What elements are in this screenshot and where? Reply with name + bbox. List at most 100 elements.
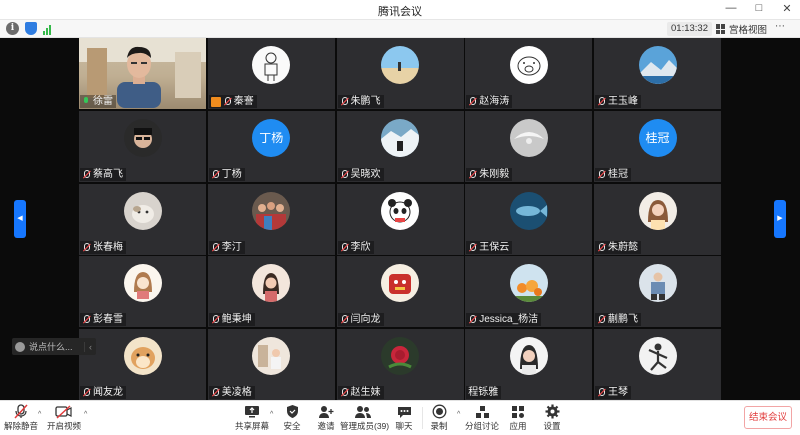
window-title: 腾讯会议 <box>378 6 422 18</box>
record-label: 录制 <box>430 421 448 431</box>
participant-avatar <box>123 191 162 230</box>
emoji-icon[interactable] <box>15 341 25 352</box>
participant-tile[interactable]: Jessica_杨洁 <box>465 256 593 328</box>
participant-tile[interactable]: 李欣 <box>336 183 464 255</box>
participant-tile[interactable]: 朱鹏飞 <box>336 38 464 109</box>
mic-on-icon <box>82 97 91 106</box>
maximize-icon[interactable]: □ <box>752 2 766 15</box>
participant-name: 李汀 <box>221 241 242 253</box>
participant-nameplate: 鲍秉坤 <box>208 313 255 327</box>
chat-button[interactable]: 聊天 <box>384 404 424 432</box>
breakout-button[interactable]: 分组讨论 <box>462 404 502 432</box>
participant-tile[interactable]: 赵生妹 <box>336 329 464 400</box>
participant-tile[interactable]: 李汀 <box>207 183 335 255</box>
participant-nameplate: 闫向龙 <box>337 313 384 327</box>
participant-tile[interactable]: 闻友龙 <box>79 329 206 400</box>
end-meeting-button[interactable]: 结束会议 <box>744 406 792 429</box>
participant-name: 秦謇 <box>233 96 254 107</box>
unmute-button[interactable]: 解除静音 <box>1 404 41 432</box>
participant-name: 吴晓欢 <box>350 168 381 180</box>
mic-off-icon <box>211 315 220 324</box>
next-page-arrow[interactable]: ▶ <box>774 200 786 238</box>
chat-placeholder: 说点什么... <box>29 342 73 352</box>
audio-options-caret[interactable]: ^ <box>38 411 41 418</box>
participant-tile[interactable]: 蔡高飞 <box>79 110 206 182</box>
video-options-caret[interactable]: ^ <box>84 411 87 418</box>
participant-avatar <box>509 337 548 375</box>
participant-name: 张春梅 <box>93 241 123 253</box>
participant-name: 王玉峰 <box>608 96 638 107</box>
participant-tile[interactable]: 美凌格 <box>207 329 335 400</box>
participant-avatar <box>381 337 419 375</box>
participant-tile[interactable]: 王玉峰 <box>594 38 721 109</box>
participant-nameplate: 李欣 <box>337 240 374 254</box>
settings-button[interactable]: 设置 <box>532 404 572 432</box>
participant-name: 丁杨 <box>221 168 242 180</box>
participant-avatar <box>509 191 548 230</box>
participant-tile[interactable]: 朱蔚懿 <box>594 183 721 255</box>
chat-input[interactable]: 说点什么... ‹ <box>12 338 96 355</box>
participant-name: 朱蔚懿 <box>608 241 638 253</box>
prev-page-arrow[interactable]: ◀ <box>14 200 26 238</box>
share-screen-button[interactable]: 共享屏幕 <box>232 404 272 432</box>
participant-avatar: 桂冠 <box>638 118 677 157</box>
participant-tile[interactable]: 桂冠 桂冠 <box>594 110 721 182</box>
mic-off-icon <box>82 388 91 397</box>
participant-tile[interactable]: 彭春雪 <box>79 256 206 328</box>
participant-tile[interactable]: 蒯鹏飞 <box>594 256 721 328</box>
participant-tile[interactable]: 王保云 <box>465 183 593 255</box>
manage-members-button[interactable]: 管理成员(39) <box>340 404 389 432</box>
window-controls: — □ ✕ <box>724 2 794 15</box>
chevron-left-icon[interactable]: ‹ <box>84 341 96 352</box>
participant-tile[interactable]: 赵海涛 <box>465 38 593 109</box>
participant-name: 蔡高飞 <box>93 168 123 180</box>
participant-tile[interactable]: 张春梅 <box>79 183 206 255</box>
participant-tile[interactable]: 闫向龙 <box>336 256 464 328</box>
participant-tile[interactable]: 秦謇 <box>207 38 335 109</box>
participant-tile[interactable]: 朱刚毅 <box>465 110 593 182</box>
record-button[interactable]: 录制 <box>419 404 459 432</box>
start-video-button[interactable]: 开启视频 <box>44 404 84 432</box>
participant-nameplate: 李汀 <box>208 240 245 254</box>
participant-avatar <box>123 118 162 157</box>
participant-nameplate: 赵海涛 <box>466 95 513 108</box>
signal-icon[interactable] <box>43 23 51 35</box>
participant-nameplate: 王玉峰 <box>595 95 641 108</box>
participant-tile[interactable]: 鲍秉坤 <box>207 256 335 328</box>
view-switch-button[interactable]: 宫格视图 <box>716 22 767 36</box>
participant-avatar <box>509 264 548 303</box>
shield-icon[interactable] <box>25 22 37 35</box>
participant-avatar: 丁杨 <box>252 118 291 157</box>
participant-avatar <box>123 337 162 375</box>
info-icon[interactable]: i <box>6 22 19 35</box>
chat-label: 聊天 <box>395 421 413 431</box>
participant-tile[interactable]: 徐雷 <box>79 38 206 109</box>
participant-nameplate: 彭春雪 <box>80 313 126 327</box>
participant-nameplate: 桂冠 <box>595 167 631 181</box>
share-screen-icon <box>232 404 272 419</box>
grid-view-icon <box>716 24 726 34</box>
participant-tile[interactable]: 程铄雅 <box>465 329 593 400</box>
record-options-caret[interactable]: ^ <box>457 411 460 418</box>
participant-name: 彭春雪 <box>93 314 123 326</box>
participant-name: 赵海涛 <box>479 96 510 107</box>
more-icon[interactable]: ⋯ <box>775 21 785 32</box>
meeting-status-bar: i 01:13:32 宫格视图 ⋯ <box>0 20 800 38</box>
participant-avatar <box>381 46 419 84</box>
mic-off-icon <box>223 97 232 106</box>
mic-off-icon <box>597 388 606 397</box>
participant-avatar <box>638 46 677 84</box>
close-icon[interactable]: ✕ <box>780 2 794 15</box>
participant-nameplate: 王琴 <box>595 386 631 399</box>
participant-name: 朱鹏飞 <box>350 96 381 107</box>
mic-off-icon <box>211 169 220 179</box>
participant-nameplate: 美凌格 <box>208 386 255 399</box>
mic-off-icon <box>211 388 220 397</box>
participant-tile[interactable]: 王琴 <box>594 329 721 400</box>
share-screen-label: 共享屏幕 <box>234 421 269 431</box>
participant-tile[interactable]: 丁杨 丁杨 <box>207 110 335 182</box>
participant-tile[interactable]: 吴晓欢 <box>336 110 464 182</box>
participant-avatar <box>638 264 677 303</box>
mic-off-icon <box>340 169 349 179</box>
minimize-icon[interactable]: — <box>724 2 738 15</box>
